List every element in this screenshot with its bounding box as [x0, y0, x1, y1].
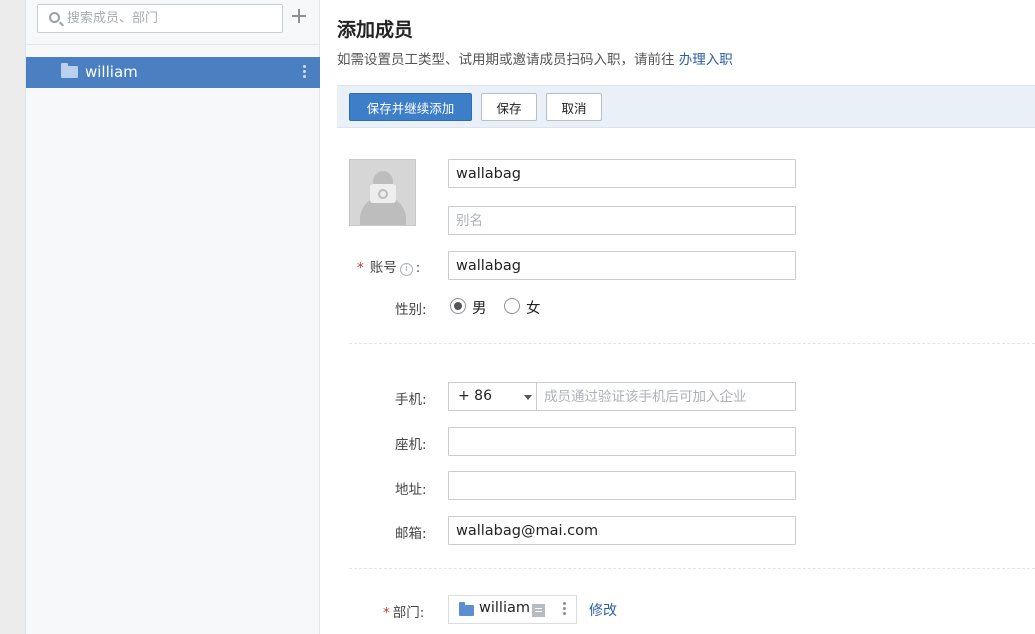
search-box[interactable] — [37, 4, 283, 33]
folder-icon — [459, 602, 474, 616]
sidebar-divider — [26, 44, 320, 45]
page-title: 添加成员 — [337, 19, 414, 41]
left-edge-strip — [0, 0, 26, 634]
address-input[interactable] — [448, 471, 796, 500]
more-options-icon[interactable] — [303, 65, 307, 81]
gender-male-label: 男 — [472, 301, 487, 317]
account-input[interactable] — [448, 251, 796, 280]
search-input[interactable] — [67, 5, 277, 32]
gender-male-radio[interactable] — [450, 298, 466, 314]
address-label: 地址: — [395, 482, 427, 498]
info-icon[interactable]: i — [399, 263, 413, 276]
department-label: * 部门: — [383, 605, 425, 621]
gender-label: 性别: — [395, 302, 427, 318]
page-subtitle: 如需设置员工类型、试用期或邀请成员扫码入职，请前往 办理入职 — [337, 48, 733, 68]
alias-input[interactable] — [448, 206, 796, 235]
email-input[interactable] — [448, 516, 796, 545]
account-label: * 账号 i: — [357, 260, 421, 276]
camera-icon — [370, 184, 396, 203]
landline-label: 座机: — [395, 437, 427, 453]
folder-icon — [61, 63, 78, 78]
required-mark: * — [383, 605, 390, 621]
country-code-value: + 86 — [458, 388, 492, 404]
avatar-upload[interactable] — [349, 159, 416, 226]
landline-input[interactable] — [448, 427, 796, 456]
name-input[interactable] — [448, 159, 796, 188]
edit-department-link[interactable]: 修改 — [589, 600, 617, 620]
caret-down-icon — [524, 395, 532, 400]
save-button[interactable]: 保存 — [481, 93, 537, 121]
save-and-continue-button[interactable]: 保存并继续添加 — [349, 93, 472, 121]
section-divider — [349, 343, 1035, 344]
sidebar: william — [26, 0, 320, 634]
section-divider — [349, 568, 1035, 569]
list-icon[interactable] — [532, 604, 545, 617]
search-icon — [49, 12, 60, 23]
main-panel: 添加成员 如需设置员工类型、试用期或邀请成员扫码入职，请前往 办理入职 保存并继… — [320, 0, 1035, 634]
mobile-input[interactable] — [537, 382, 796, 411]
more-options-icon[interactable] — [563, 602, 566, 618]
subtitle-text: 如需设置员工类型、试用期或邀请成员扫码入职，请前往 — [337, 52, 675, 68]
add-department-icon[interactable] — [292, 9, 306, 23]
department-chip-label: william — [479, 600, 530, 616]
mobile-label: 手机: — [395, 392, 427, 408]
gender-female-label: 女 — [526, 301, 541, 317]
sidebar-item-william[interactable]: william — [26, 57, 320, 88]
cancel-button[interactable]: 取消 — [546, 93, 602, 121]
toolbar: 保存并继续添加 保存 取消 — [337, 85, 1035, 128]
required-mark: * — [357, 260, 364, 276]
email-label: 邮箱: — [395, 526, 427, 542]
department-chip: william — [448, 595, 577, 624]
onboarding-link[interactable]: 办理入职 — [679, 52, 733, 68]
sidebar-item-label: william — [85, 63, 138, 81]
country-code-select[interactable]: + 86 — [448, 382, 537, 411]
gender-female-radio[interactable] — [504, 298, 520, 314]
